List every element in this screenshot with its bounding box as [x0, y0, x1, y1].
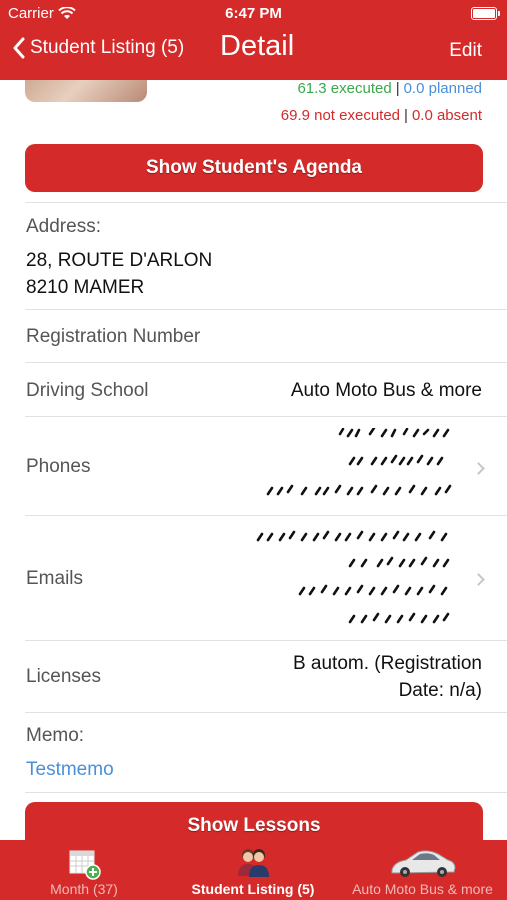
page-title: Detail — [220, 30, 295, 62]
show-agenda-button[interactable]: Show Student's Agenda — [25, 144, 483, 192]
planned-count: 0.0 planned — [403, 80, 482, 97]
divider — [25, 712, 507, 713]
absent-count: 0.0 absent — [411, 107, 482, 124]
calendar-icon — [69, 850, 101, 880]
students-icon — [238, 849, 269, 877]
tab-student-listing-label: Student Listing (5) — [191, 881, 315, 897]
lesson-stats-row-1: 61.3 executed | 0.0 planned — [297, 80, 482, 97]
divider — [25, 640, 507, 641]
not-executed-count: 69.9 not executed — [280, 107, 401, 124]
navigation-header: Carrier 6:47 PM Student Listing (5) Deta… — [0, 0, 507, 80]
back-button[interactable]: Student Listing (5) — [12, 37, 184, 59]
driving-school-label: Driving School — [26, 380, 149, 401]
stat-separator: | — [395, 80, 400, 97]
status-time: 6:47 PM — [225, 5, 282, 22]
student-detail-content[interactable]: 61.3 executed | 0.0 planned 69.9 not execu… — [0, 80, 507, 840]
executed-count: 61.3 executed — [297, 80, 392, 97]
emails-chevron-icon[interactable] — [472, 573, 485, 586]
licenses-value-line-1: B autom. (Registration — [292, 653, 482, 674]
tab-bar: Month (37) Student Listing (5) Auto Moto… — [0, 840, 507, 900]
registration-number-label: Registration Number — [26, 326, 201, 347]
tab-student-listing[interactable]: Student Listing (5) — [168, 840, 338, 900]
tab-month[interactable]: Month (37) — [0, 840, 168, 900]
tab-month-label: Month (37) — [50, 881, 118, 897]
divider — [25, 792, 507, 793]
car-icon — [391, 850, 456, 877]
divider — [25, 362, 507, 363]
driving-school-value: Auto Moto Bus & more — [290, 380, 482, 401]
phones-label: Phones — [26, 456, 91, 477]
edit-button[interactable]: Edit — [449, 40, 482, 62]
licenses-label: Licenses — [26, 666, 101, 687]
redacted-emails — [256, 530, 450, 624]
stat-separator: | — [404, 107, 408, 124]
student-photo — [25, 80, 147, 102]
battery-icon — [471, 7, 500, 20]
status-bar: Carrier 6:47 PM — [0, 0, 507, 28]
redacted-phones — [266, 428, 452, 496]
address-line-1: 28, ROUTE D'ARLON — [26, 250, 213, 271]
divider — [25, 515, 507, 516]
address-line-2: 8210 MAMER — [26, 277, 145, 298]
memo-label: Memo: — [26, 725, 85, 746]
licenses-value-line-2: Date: n/a) — [398, 680, 482, 701]
lesson-stats-row-2: 69.9 not executed | 0.0 absent — [281, 107, 482, 124]
phones-chevron-icon[interactable] — [472, 462, 485, 475]
chevron-left-icon — [13, 37, 25, 59]
divider — [25, 416, 507, 417]
memo-value-link[interactable]: Testmemo — [26, 759, 114, 781]
back-button-label: Student Listing (5) — [30, 37, 185, 58]
divider — [25, 309, 507, 310]
tab-driving-school-label: Auto Moto Bus & more — [352, 881, 493, 897]
divider — [25, 202, 507, 203]
address-label: Address: — [26, 216, 101, 237]
tab-driving-school[interactable]: Auto Moto Bus & more — [338, 840, 507, 900]
show-lessons-button[interactable]: Show Lessons — [25, 802, 483, 840]
emails-label: Emails — [26, 568, 84, 589]
